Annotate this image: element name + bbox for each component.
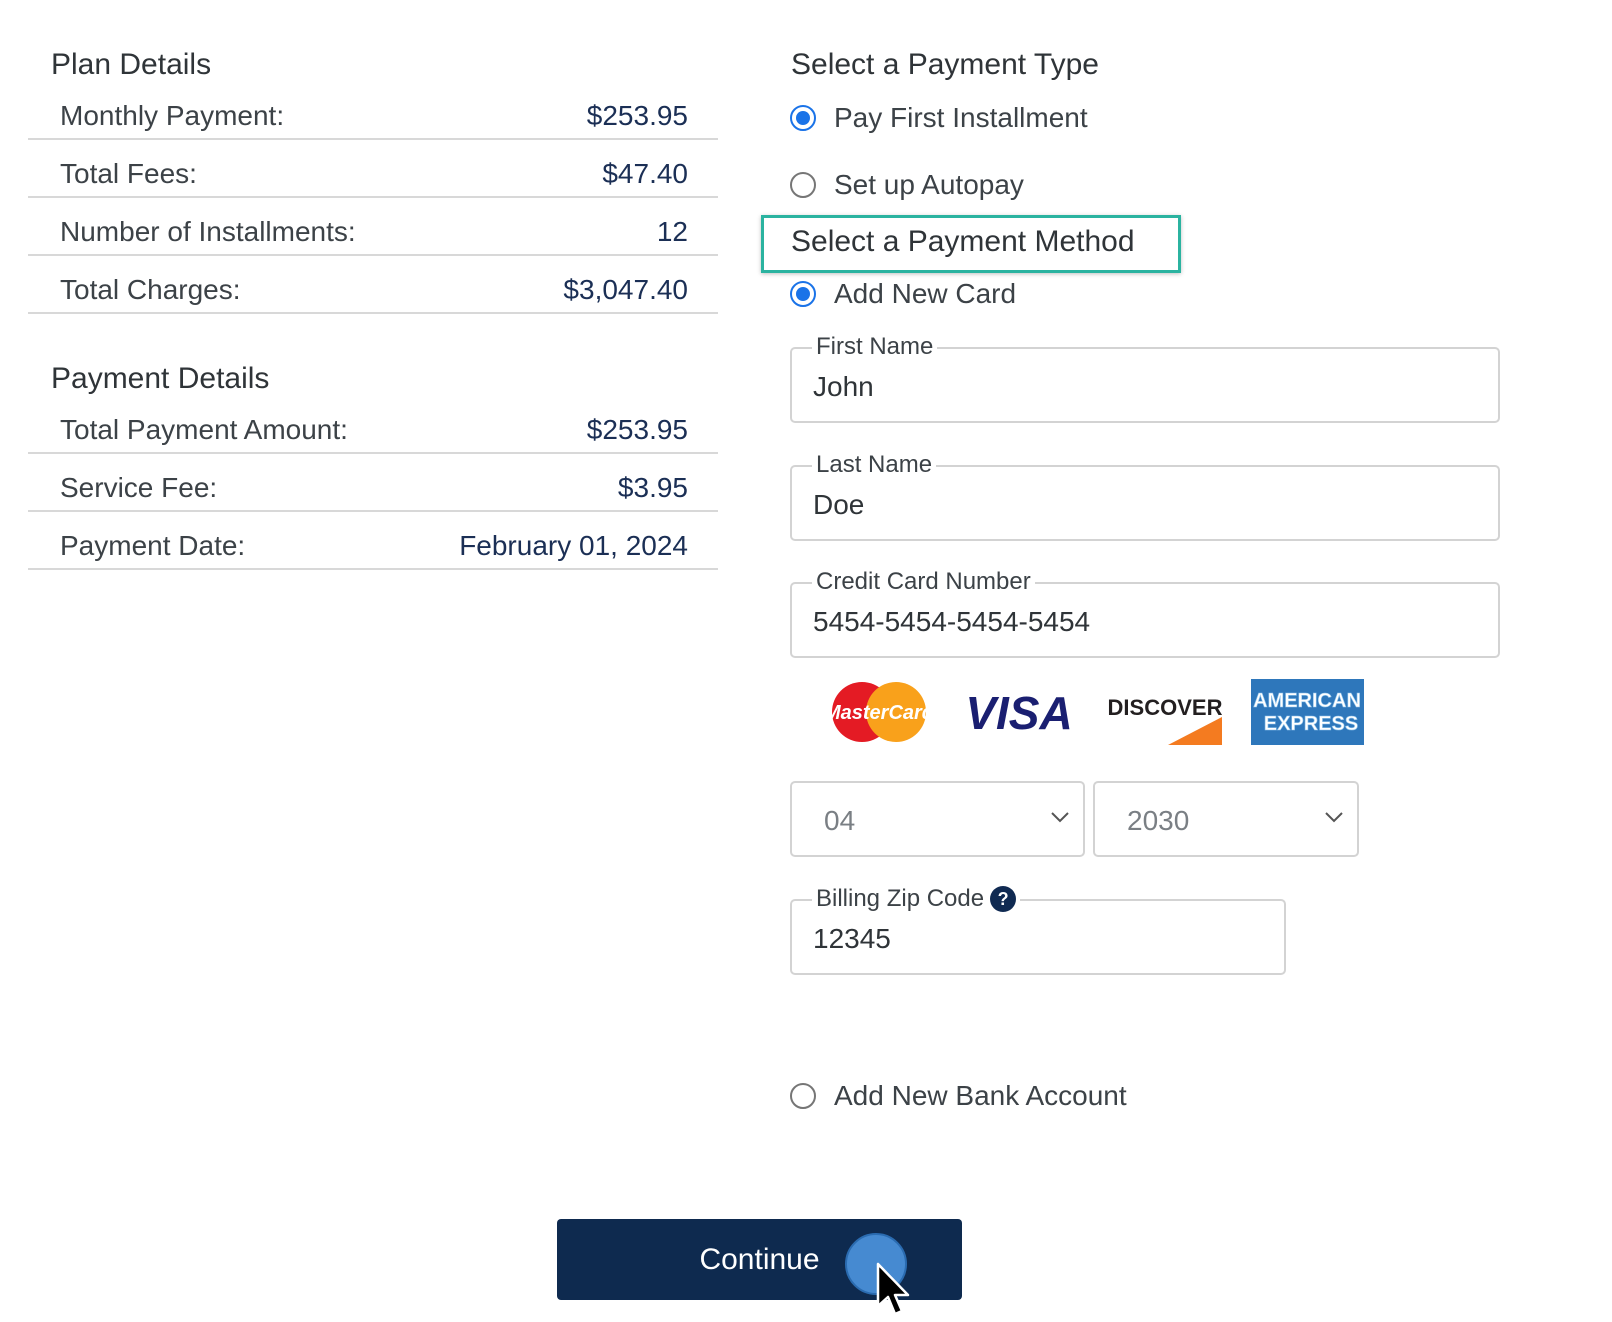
radio-button[interactable] bbox=[790, 1083, 816, 1109]
payment-details-title: Payment Details bbox=[51, 362, 270, 395]
radio-button[interactable] bbox=[790, 172, 816, 198]
discover-text: DISCOVER bbox=[1108, 695, 1222, 720]
mouse-cursor-icon bbox=[876, 1262, 910, 1316]
visa-text: VISA bbox=[965, 687, 1072, 739]
row-value: $3.95 bbox=[617, 472, 688, 503]
amex-text-2: EXPRESS bbox=[1264, 713, 1358, 735]
continue-label: Continue bbox=[699, 1242, 820, 1276]
row-value: $253.95 bbox=[586, 100, 688, 131]
payment-row-total-amount: Total Payment Amount: $253.95 bbox=[28, 396, 718, 454]
mastercard-logo: MasterCard bbox=[826, 682, 932, 742]
card-number-field[interactable]: Credit Card Number 5454-5454-5454-5454 bbox=[790, 568, 1500, 658]
row-label: Total Charges: bbox=[60, 274, 241, 305]
radio-button-selected[interactable] bbox=[790, 281, 816, 307]
plan-row-total-charges: Total Charges: $3,047.40 bbox=[28, 256, 718, 314]
card-number-input[interactable]: 5454-5454-5454-5454 bbox=[813, 606, 1090, 638]
billing-zip-field[interactable]: Billing Zip Code ? 12345 bbox=[790, 885, 1286, 975]
plan-row-installments: Number of Installments: 12 bbox=[28, 198, 718, 256]
row-value: $3,047.40 bbox=[563, 274, 688, 305]
field-label: Billing Zip Code ? bbox=[812, 885, 1021, 913]
exp-year-value: 2030 bbox=[1127, 805, 1190, 836]
payment-method-title: Select a Payment Method bbox=[791, 225, 1135, 258]
plan-row-monthly-payment: Monthly Payment: $253.95 bbox=[28, 82, 718, 140]
first-name-input[interactable]: John bbox=[813, 371, 874, 403]
row-value: $47.40 bbox=[602, 158, 688, 189]
exp-month-select[interactable]: 04 bbox=[790, 781, 1085, 857]
visa-logo: VISA bbox=[965, 687, 1072, 739]
radio-label: Pay First Installment bbox=[834, 102, 1088, 133]
row-value: $253.95 bbox=[586, 414, 688, 445]
row-label: Total Fees: bbox=[60, 158, 197, 189]
field-label: First Name bbox=[812, 333, 938, 361]
row-label: Service Fee: bbox=[60, 472, 218, 503]
first-name-field[interactable]: First Name John bbox=[790, 333, 1500, 423]
row-label: Payment Date: bbox=[60, 530, 246, 561]
row-value: February 01, 2024 bbox=[459, 530, 688, 561]
plan-details-title: Plan Details bbox=[51, 48, 212, 81]
row-label: Number of Installments: bbox=[60, 216, 356, 247]
radio-set-up-autopay[interactable]: Set up Autopay bbox=[790, 165, 1024, 205]
radio-pay-first-installment[interactable]: Pay First Installment bbox=[790, 98, 1088, 138]
row-label: Monthly Payment: bbox=[60, 100, 285, 131]
amex-logo: AMERICAN EXPRESS bbox=[1251, 679, 1364, 745]
billing-zip-label: Billing Zip Code bbox=[816, 885, 985, 912]
field-label: Last Name bbox=[812, 451, 937, 479]
chevron-down-icon bbox=[1051, 812, 1069, 823]
row-value: 12 bbox=[656, 216, 688, 247]
discover-logo: DISCOVER bbox=[1108, 679, 1222, 745]
last-name-field[interactable]: Last Name Doe bbox=[790, 451, 1500, 541]
radio-label: Add New Bank Account bbox=[834, 1080, 1127, 1111]
radio-add-new-bank-account[interactable]: Add New Bank Account bbox=[790, 1076, 1127, 1116]
payment-row-service-fee: Service Fee: $3.95 bbox=[28, 454, 718, 512]
row-label: Total Payment Amount: bbox=[60, 414, 348, 445]
chevron-down-icon bbox=[1325, 812, 1343, 823]
exp-month-value: 04 bbox=[824, 805, 856, 836]
payment-row-date: Payment Date: February 01, 2024 bbox=[28, 512, 718, 570]
mastercard-text: MasterCard bbox=[826, 702, 932, 724]
payment-type-title: Select a Payment Type bbox=[791, 48, 1099, 81]
plan-row-total-fees: Total Fees: $47.40 bbox=[28, 140, 718, 198]
last-name-input[interactable]: Doe bbox=[813, 489, 864, 521]
radio-label: Set up Autopay bbox=[834, 169, 1024, 200]
billing-zip-input[interactable]: 12345 bbox=[813, 923, 891, 955]
radio-add-new-card[interactable]: Add New Card bbox=[790, 274, 1016, 314]
field-label: Credit Card Number bbox=[812, 568, 1035, 596]
radio-label: Add New Card bbox=[834, 278, 1017, 309]
amex-text-1: AMERICAN bbox=[1253, 690, 1361, 712]
exp-year-select[interactable]: 2030 bbox=[1093, 781, 1359, 857]
radio-button-selected[interactable] bbox=[790, 105, 816, 131]
help-icon[interactable]: ? bbox=[990, 886, 1017, 912]
